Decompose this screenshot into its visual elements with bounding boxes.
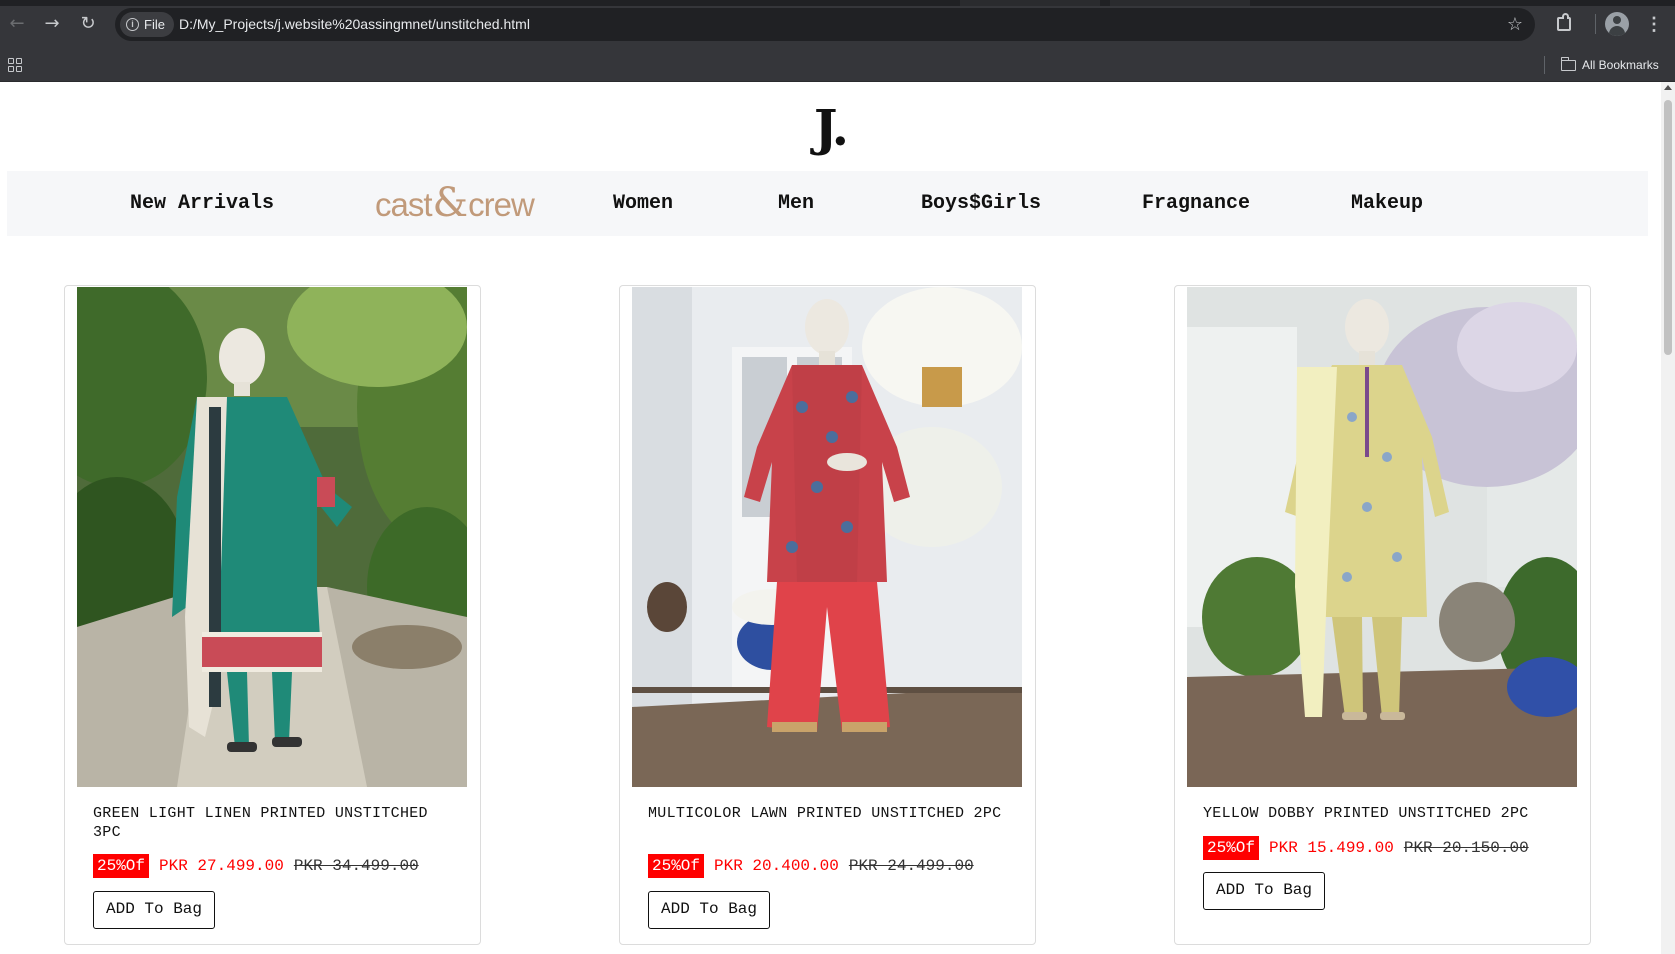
page-viewport: J. New Arrivals cast&crew Women Men Boys… bbox=[0, 82, 1675, 954]
nav-new-arrivals[interactable]: New Arrivals bbox=[130, 171, 274, 236]
main-nav: New Arrivals cast&crew Women Men Boys$Gi… bbox=[7, 171, 1648, 236]
nav-makeup[interactable]: Makeup bbox=[1351, 171, 1423, 236]
bookmark-star-icon[interactable]: ☆ bbox=[1507, 12, 1523, 37]
back-icon[interactable]: ← bbox=[5, 12, 29, 36]
browser-toolbar: ← → ↻ i File D:/My_Projects/j.website%20… bbox=[0, 0, 1675, 48]
product-image[interactable] bbox=[632, 287, 1022, 787]
price-row: 25%Of PKR 27.499.00 PKR 34.499.00 bbox=[93, 854, 419, 878]
nav-women[interactable]: Women bbox=[613, 171, 673, 236]
puzzle-body bbox=[1557, 17, 1571, 31]
apps-grid-icon[interactable] bbox=[8, 58, 22, 72]
avatar-body bbox=[1609, 26, 1625, 36]
product-card: MULTICOLOR LAWN PRINTED UNSTITCHED 2PC 2… bbox=[619, 285, 1036, 945]
add-to-bag-button[interactable]: ADD To Bag bbox=[93, 891, 215, 929]
sale-price: PKR 27.499.00 bbox=[159, 857, 284, 875]
nav-men[interactable]: Men bbox=[778, 171, 814, 236]
discount-badge: 25%Of bbox=[1203, 836, 1260, 860]
profile-avatar[interactable] bbox=[1605, 12, 1629, 36]
nav-fragnance[interactable]: Fragnance bbox=[1142, 171, 1250, 236]
extensions-icon[interactable] bbox=[1553, 12, 1577, 36]
price-row: 25%Of PKR 20.400.00 PKR 24.499.00 bbox=[648, 854, 974, 878]
discount-badge: 25%Of bbox=[648, 854, 705, 878]
tab-strip-segment bbox=[1110, 0, 1250, 6]
tab-strip-segment bbox=[960, 0, 1100, 6]
add-to-bag-button[interactable]: ADD To Bag bbox=[648, 891, 770, 929]
discount-badge: 25%Of bbox=[93, 854, 150, 878]
brand-word-left: cast bbox=[375, 186, 433, 223]
kebab-menu-icon[interactable]: ⋮ bbox=[1642, 12, 1666, 36]
sale-price: PKR 15.499.00 bbox=[1269, 839, 1394, 857]
address-bar[interactable]: i File D:/My_Projects/j.website%20assing… bbox=[115, 8, 1535, 41]
original-price: PKR 24.499.00 bbox=[848, 857, 974, 875]
product-image[interactable] bbox=[1187, 287, 1577, 787]
all-bookmarks-button[interactable]: All Bookmarks bbox=[1560, 48, 1659, 82]
brand-word-right: crew bbox=[468, 186, 535, 223]
reload-icon[interactable]: ↻ bbox=[76, 12, 100, 36]
product-photo-yellow bbox=[1187, 287, 1577, 787]
price-row: 25%Of PKR 15.499.00 PKR 20.150.00 bbox=[1203, 836, 1529, 860]
puzzle-knob bbox=[1562, 13, 1569, 19]
scroll-up-arrow-icon[interactable] bbox=[1664, 85, 1672, 90]
bookmarks-bar: All Bookmarks bbox=[0, 48, 1675, 82]
nav-boys-girls[interactable]: Boys$Girls bbox=[921, 171, 1041, 236]
product-card: GREEN LIGHT LINEN PRINTED UNSTITCHED 3PC… bbox=[64, 285, 481, 945]
original-price: PKR 34.499.00 bbox=[293, 857, 419, 875]
brand-ampersand: & bbox=[432, 180, 469, 226]
url-text[interactable]: D:/My_Projects/j.website%20assingmnet/un… bbox=[179, 8, 530, 41]
product-title[interactable]: GREEN LIGHT LINEN PRINTED UNSTITCHED 3PC bbox=[93, 804, 453, 842]
product-card: YELLOW DOBBY PRINTED UNSTITCHED 2PC 25%O… bbox=[1174, 285, 1591, 945]
product-image[interactable] bbox=[77, 287, 467, 787]
info-icon: i bbox=[126, 18, 139, 31]
bookmarks-divider bbox=[1544, 56, 1545, 74]
avatar-head bbox=[1613, 16, 1621, 24]
site-info-chip[interactable]: i File bbox=[120, 12, 174, 37]
page-scrollbar[interactable] bbox=[1661, 82, 1675, 954]
site-info-label: File bbox=[144, 17, 165, 32]
product-title[interactable]: YELLOW DOBBY PRINTED UNSTITCHED 2PC bbox=[1203, 804, 1563, 823]
sale-price: PKR 20.400.00 bbox=[714, 857, 839, 875]
all-bookmarks-label: All Bookmarks bbox=[1582, 58, 1659, 72]
product-photo-red bbox=[632, 287, 1022, 787]
add-to-bag-button[interactable]: ADD To Bag bbox=[1203, 872, 1325, 910]
tab-strip bbox=[0, 0, 1675, 6]
folder-icon bbox=[1560, 56, 1576, 71]
site-logo[interactable]: J. bbox=[0, 98, 1661, 158]
scrollbar-thumb[interactable] bbox=[1664, 100, 1672, 355]
nav-cast-and-crew-logo[interactable]: cast&crew bbox=[375, 171, 535, 236]
toolbar-divider bbox=[1595, 14, 1596, 34]
original-price: PKR 20.150.00 bbox=[1403, 839, 1529, 857]
product-title[interactable]: MULTICOLOR LAWN PRINTED UNSTITCHED 2PC bbox=[648, 804, 1008, 823]
forward-icon[interactable]: → bbox=[40, 12, 64, 36]
product-photo-green bbox=[77, 287, 467, 787]
